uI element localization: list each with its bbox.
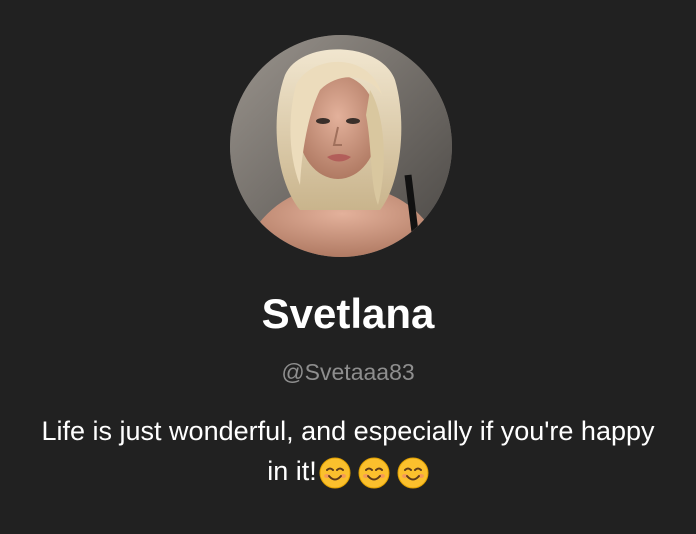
avatar-photo [230,35,452,257]
bio-line-1: Life is just wonderful, and especially i… [41,416,655,446]
bio-line-2: in it! [0,451,696,497]
smiling-face-icon [397,457,429,489]
bio: Life is just wonderful, and especially i… [0,411,696,497]
bio-line-2-text: in it! [267,456,317,486]
username-handle[interactable]: @Svetaaa83 [0,356,696,388]
smiling-face-icon [358,457,390,489]
profile-card: Svetlana @Svetaaa83 Life is just wonderf… [0,0,696,534]
display-name: Svetlana [261,290,435,337]
avatar[interactable] [230,35,452,257]
emoji-row [319,457,429,497]
smiling-face-icon [319,457,351,489]
